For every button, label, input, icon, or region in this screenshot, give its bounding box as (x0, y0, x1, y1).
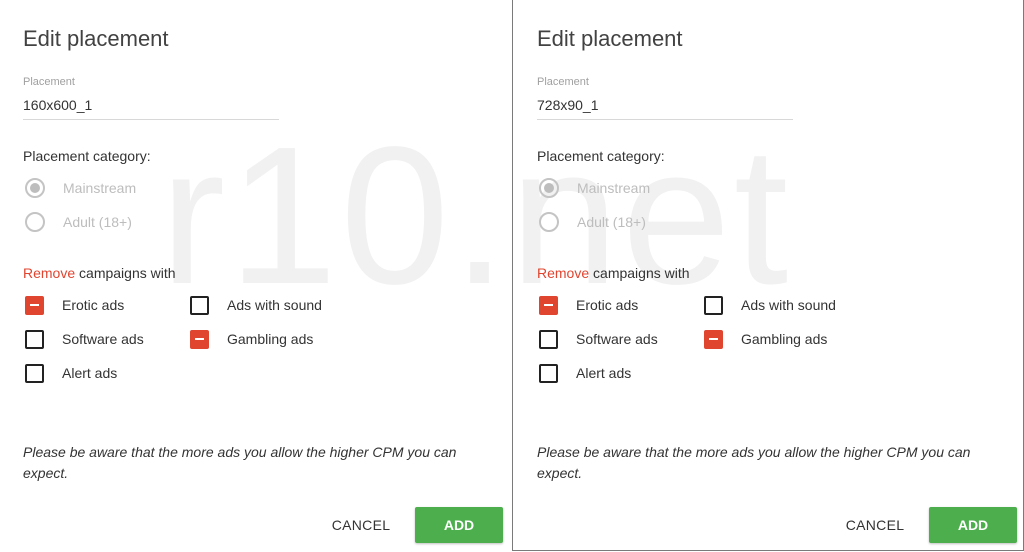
checkbox-software-ads[interactable]: Software ads (25, 329, 144, 349)
radio-label: Mainstream (63, 180, 137, 196)
empty-checkbox-icon[interactable] (539, 329, 558, 349)
radio-label: Adult (18+) (577, 214, 646, 230)
cpm-notice: Please be aware that the more ads you al… (23, 444, 457, 481)
checkbox-alert-ads[interactable]: Alert ads (25, 363, 117, 383)
remove-campaigns-heading: Remove campaigns with (537, 265, 690, 281)
checkbox-erotic-ads[interactable]: Erotic ads (25, 295, 124, 315)
edit-placement-dialog-left: Edit placement Placement 160x600_1 Place… (0, 0, 512, 552)
checkbox-label: Gambling ads (227, 331, 314, 347)
dialog-title: Edit placement (23, 26, 169, 51)
minus-checkbox-icon[interactable] (190, 329, 209, 349)
cancel-button[interactable]: CANCEL (326, 508, 396, 542)
radio-button-unchecked-icon[interactable] (539, 212, 559, 232)
checkbox-gambling-ads[interactable]: Gambling ads (190, 329, 313, 349)
placement-input[interactable]: 728x90_1 (537, 95, 793, 120)
remove-campaigns-heading: Remove campaigns with (23, 265, 176, 281)
radio-mainstream[interactable]: Mainstream (25, 178, 136, 198)
radio-button-unchecked-icon[interactable] (25, 212, 45, 232)
placement-field-label: Placement (537, 76, 589, 88)
placement-category-label: Placement category: (537, 148, 665, 164)
checkbox-label: Software ads (62, 331, 144, 347)
cancel-button[interactable]: CANCEL (840, 508, 910, 542)
checkbox-software-ads[interactable]: Software ads (539, 329, 658, 349)
empty-checkbox-icon[interactable] (190, 295, 209, 315)
radio-button-checked-icon[interactable] (539, 178, 559, 198)
minus-checkbox-icon[interactable] (704, 329, 723, 349)
dialog-title: Edit placement (537, 26, 683, 51)
checkbox-erotic-ads[interactable]: Erotic ads (539, 295, 638, 315)
empty-checkbox-icon[interactable] (25, 363, 44, 383)
empty-checkbox-icon[interactable] (25, 329, 44, 349)
radio-label: Adult (18+) (63, 214, 132, 230)
remove-rest: campaigns with (75, 265, 176, 281)
add-button[interactable]: ADD (415, 507, 503, 543)
checkbox-label: Software ads (576, 331, 658, 347)
radio-adult[interactable]: Adult (18+) (539, 212, 646, 232)
checkbox-ads-with-sound[interactable]: Ads with sound (190, 295, 322, 315)
checkbox-label: Ads with sound (227, 297, 322, 313)
radio-adult[interactable]: Adult (18+) (25, 212, 132, 232)
minus-checkbox-icon[interactable] (539, 295, 558, 315)
radio-label: Mainstream (577, 180, 651, 196)
checkbox-alert-ads[interactable]: Alert ads (539, 363, 631, 383)
radio-button-checked-icon[interactable] (25, 178, 45, 198)
checkbox-label: Erotic ads (62, 297, 125, 313)
empty-checkbox-icon[interactable] (539, 363, 558, 383)
placement-category-label: Placement category: (23, 148, 151, 164)
checkbox-gambling-ads[interactable]: Gambling ads (704, 329, 827, 349)
remove-rest: campaigns with (589, 265, 690, 281)
checkbox-label: Ads with sound (741, 297, 836, 313)
add-button[interactable]: ADD (929, 507, 1017, 543)
remove-word: Remove (23, 265, 76, 281)
placement-input[interactable]: 160x600_1 (23, 95, 279, 120)
checkbox-label: Erotic ads (576, 297, 639, 313)
minus-checkbox-icon[interactable] (25, 295, 44, 315)
radio-mainstream[interactable]: Mainstream (539, 178, 650, 198)
edit-placement-dialog-right: Edit placement Placement 728x90_1 Placem… (512, 0, 1024, 551)
remove-word: Remove (537, 265, 590, 281)
checkbox-label: Gambling ads (741, 331, 828, 347)
placement-field-label: Placement (23, 76, 75, 88)
checkbox-label: Alert ads (62, 365, 118, 381)
empty-checkbox-icon[interactable] (704, 295, 723, 315)
checkbox-ads-with-sound[interactable]: Ads with sound (704, 295, 836, 315)
checkbox-label: Alert ads (576, 365, 632, 381)
cpm-notice: Please be aware that the more ads you al… (537, 444, 971, 481)
